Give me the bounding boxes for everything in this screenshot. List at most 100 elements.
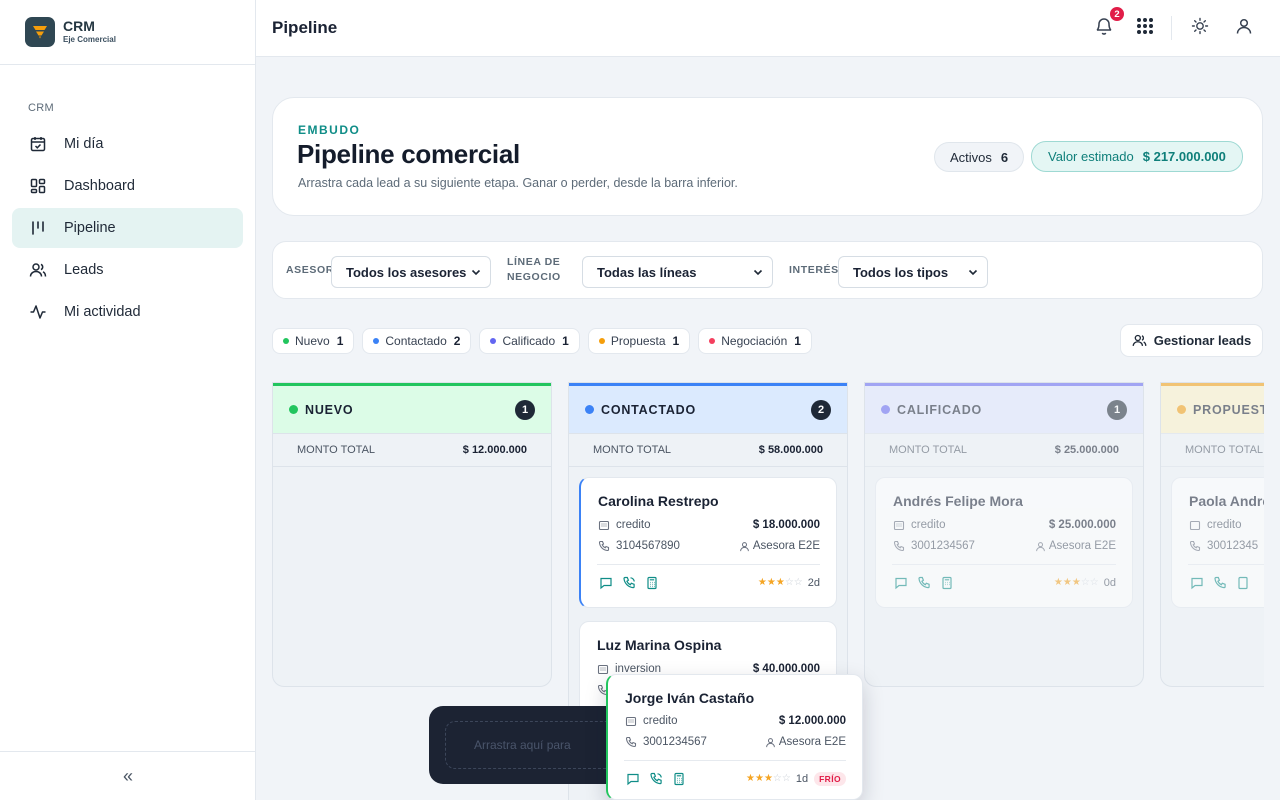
grid-icon xyxy=(1136,17,1154,40)
lead-product-row: credito $ 25.000.000 xyxy=(893,519,1116,531)
activity-icon xyxy=(29,303,47,321)
lead-actions xyxy=(1190,576,1250,590)
lead-actions xyxy=(894,576,954,590)
advisor-select[interactable]: Todos los asesores xyxy=(331,256,491,288)
lead-advisor: Asesora E2E xyxy=(778,736,846,748)
building-icon xyxy=(598,519,610,531)
column-total: MONTO TOTAL $ 12.000.000 xyxy=(273,433,551,467)
lead-actions xyxy=(626,772,686,786)
lead-phone: 3001234567 xyxy=(911,540,975,552)
stage-pill-count: 1 xyxy=(794,334,801,348)
lead-type: credito xyxy=(1207,519,1242,531)
calculator-icon[interactable] xyxy=(940,576,954,590)
column-header: NUEVO 1 xyxy=(273,383,551,433)
building-icon xyxy=(597,663,609,675)
sidebar-item-dashboard[interactable]: Dashboard xyxy=(12,166,243,206)
chevron-down-icon xyxy=(967,266,979,281)
interest-select-value: Todos los tipos xyxy=(853,264,949,280)
estimated-value-pill: Valor estimado $ 217.000.000 xyxy=(1031,141,1243,172)
stage-pill-label: Nuevo xyxy=(295,334,330,348)
building-icon xyxy=(625,715,637,727)
stage-pill-nuevo[interactable]: Nuevo 1 xyxy=(272,328,355,354)
status-dot xyxy=(598,338,605,344)
lead-contact-row: 30012345 xyxy=(1189,540,1264,552)
stage-pill-label: Negociación xyxy=(721,334,788,348)
lead-card-andres[interactable]: Andrés Felipe Mora credito $ 25.000.000 … xyxy=(875,477,1133,608)
calculator-icon[interactable] xyxy=(645,576,659,590)
section-title: Pipeline comercial xyxy=(297,139,520,169)
funnel-logo-icon xyxy=(25,17,55,47)
lead-type: credito xyxy=(643,715,678,727)
card-divider xyxy=(624,760,846,761)
lead-phone: 30012345 xyxy=(1207,540,1259,552)
temperature-badge: FRÍO xyxy=(814,772,846,786)
lead-card-carolina[interactable]: Carolina Restrepo credito $ 18.000.000 3… xyxy=(579,477,837,608)
theme-toggle-button[interactable] xyxy=(1189,17,1211,39)
status-dot xyxy=(283,338,289,344)
estimated-value-amount: $ 217.000.000 xyxy=(1142,149,1226,164)
lead-type: credito xyxy=(911,519,946,531)
message-icon[interactable] xyxy=(894,576,908,590)
column-header: CALIFICADO 1 xyxy=(865,383,1143,433)
lead-phone: 3001234567 xyxy=(643,736,707,748)
sidebar-item-mi-dia[interactable]: Mi día xyxy=(12,124,243,164)
dragged-lead-card-jorge[interactable]: Jorge Iván Castaño credito $ 12.000.000 … xyxy=(606,674,863,800)
brand[interactable]: CRM Eje Comercial xyxy=(0,0,255,65)
interest-select[interactable]: Todos los tipos xyxy=(838,256,988,288)
stage-pill-negociacion[interactable]: Negociación 1 xyxy=(698,328,812,354)
calculator-icon[interactable] xyxy=(1236,576,1250,590)
column-name: CALIFICADO xyxy=(897,402,983,417)
sun-icon xyxy=(1190,16,1210,41)
building-icon xyxy=(893,519,905,531)
column-total: MONTO TOTAL xyxy=(1161,433,1264,467)
phone-call-icon[interactable] xyxy=(649,772,663,786)
sidebar-item-mi-actividad[interactable]: Mi actividad xyxy=(12,292,243,332)
stage-pill-count: 1 xyxy=(336,334,344,348)
lead-advisor: Asesora E2E xyxy=(1048,540,1116,552)
phone-call-icon[interactable] xyxy=(622,576,636,590)
column-nuevo[interactable]: NUEVO 1 MONTO TOTAL $ 12.000.000 xyxy=(272,382,552,687)
calculator-icon[interactable] xyxy=(672,772,686,786)
active-value: 6 xyxy=(1000,149,1009,165)
sidebar: CRM Eje Comercial CRM Mi día Dashboard P… xyxy=(0,0,256,800)
column-propuesta[interactable]: PROPUESTA MONTO TOTAL Paola Andre credit… xyxy=(1160,382,1264,687)
stage-pill-calificado[interactable]: Calificado 1 xyxy=(479,328,580,354)
card-divider xyxy=(1188,564,1264,565)
lead-product-row: credito xyxy=(1189,519,1264,531)
manage-leads-button[interactable]: Gestionar leads xyxy=(1120,324,1263,357)
estimated-value-label: Valor estimado xyxy=(1048,149,1134,164)
stage-pill-contactado[interactable]: Contactado 2 xyxy=(362,328,472,354)
business-line-select[interactable]: Todas las líneas xyxy=(582,256,773,288)
message-icon[interactable] xyxy=(599,576,613,590)
phone-call-icon[interactable] xyxy=(1213,576,1227,590)
column-total-label: MONTO TOTAL xyxy=(889,444,968,456)
column-calificado[interactable]: CALIFICADO 1 MONTO TOTAL $ 25.000.000 An… xyxy=(864,382,1144,687)
sidebar-nav: Mi día Dashboard Pipeline Leads Mi activ… xyxy=(12,124,243,334)
rating-stars: ★ ★ ★ ☆ ☆ xyxy=(1053,577,1099,588)
column-total-label: MONTO TOTAL xyxy=(593,444,672,456)
user-icon xyxy=(765,737,776,748)
lead-card-paola[interactable]: Paola Andre credito 30012345 xyxy=(1171,477,1264,608)
drop-zone-label: Arrastra aquí para xyxy=(474,738,571,752)
collapse-sidebar-button[interactable]: « xyxy=(0,751,256,800)
topbar: Pipeline 2 xyxy=(256,0,1280,57)
user-menu-button[interactable] xyxy=(1233,17,1255,39)
message-icon[interactable] xyxy=(626,772,640,786)
column-name: PROPUESTA xyxy=(1193,402,1264,417)
sidebar-item-label: Mi día xyxy=(64,136,104,152)
lead-meta: ★ ★ ★ ☆ ☆ 2d xyxy=(758,577,820,589)
status-dot xyxy=(881,405,890,414)
stage-pill-propuesta[interactable]: Propuesta 1 xyxy=(587,328,691,354)
sidebar-item-leads[interactable]: Leads xyxy=(12,250,243,290)
filters-bar: ASESOR Todos los asesores LÍNEA DE NEGOC… xyxy=(272,241,1263,299)
message-icon[interactable] xyxy=(1190,576,1204,590)
column-total: MONTO TOTAL $ 25.000.000 xyxy=(865,433,1143,467)
apps-grid-button[interactable] xyxy=(1134,17,1156,39)
sidebar-item-pipeline[interactable]: Pipeline xyxy=(12,208,243,248)
column-total-value: $ 25.000.000 xyxy=(1054,444,1119,456)
phone-call-icon[interactable] xyxy=(917,576,931,590)
double-chevron-left-icon: « xyxy=(122,765,133,786)
eyebrow-label: EMBUDO xyxy=(298,123,361,137)
column-total-value: $ 12.000.000 xyxy=(462,444,527,456)
lead-phone: 3104567890 xyxy=(616,540,680,552)
